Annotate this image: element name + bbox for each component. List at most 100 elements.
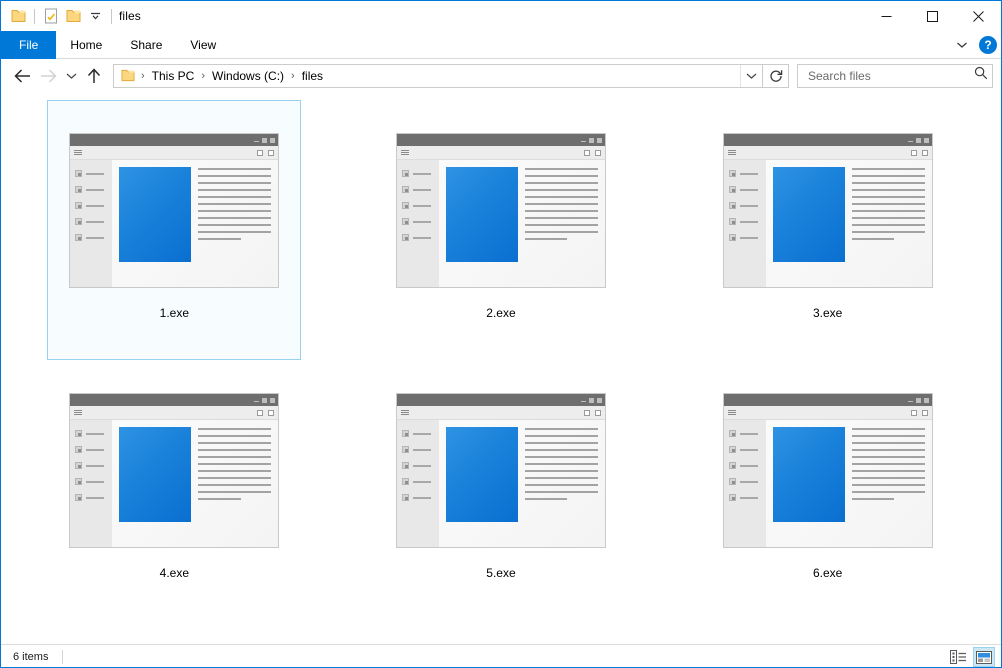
chevron-down-icon[interactable] [951,34,973,56]
thumbnail-maximize-icon [915,137,921,143]
thumbnail-main-area [112,420,279,547]
thumbnail-main-area [765,420,932,547]
thumbnail-sidebar-item [728,446,766,453]
large-icons-view-button[interactable] [973,647,995,667]
file-item-1[interactable]: 1.exe [47,100,302,360]
file-thumbnail [722,133,933,288]
thumbnail-titlebar [70,394,279,406]
thumbnail-accent-panel [772,167,845,262]
hamburger-icon [74,410,83,415]
thumbnail-accent-panel [445,427,518,522]
breadcrumb-item-files[interactable]: files [298,67,327,85]
search-box[interactable] [797,63,993,88]
new-folder-icon[interactable] [62,5,84,27]
address-box[interactable]: › This PC › Windows (C:) › files [113,63,763,88]
search-icon[interactable] [974,66,988,85]
thumbnail-sidebar [70,160,113,287]
thumbnail-main-area [438,420,605,547]
thumbnail-toolbar [396,146,605,160]
title-bar: files [1,1,1001,31]
breadcrumb-item-this-pc[interactable]: This PC [148,67,199,85]
thumbnail-body [396,420,605,547]
thumbnail-sidebar-item [401,170,439,177]
thumbnail-minimize-icon [580,140,586,142]
thumbnail-main-area [112,160,279,287]
back-arrow-icon[interactable] [9,63,35,89]
thumbnail-close-icon [923,397,929,403]
thumbnail-sidebar-item [401,446,439,453]
folder-icon[interactable] [7,5,29,27]
refresh-icon[interactable] [763,63,789,88]
tab-home[interactable]: Home [56,31,116,59]
thumbnail-sidebar-item [728,218,766,225]
thumbnail-minimize-icon [907,400,913,402]
thumbnail-sidebar [723,420,766,547]
file-grid: 1.exe 2.exe 3.exe 4.exe 5.exe 6.exe [1,92,1001,620]
address-dropdown-icon[interactable] [740,64,762,87]
breadcrumb-separator[interactable]: › [138,70,148,82]
thumbnail-text-lines [524,167,598,280]
file-explorer-window: files File Home Share View ? › This PC ›… [0,0,1002,668]
breadcrumb-separator[interactable]: › [288,70,298,82]
thumbnail-sidebar-item [75,186,112,193]
hamburger-icon [74,150,83,155]
thumbnail-maximize-icon [262,397,268,403]
thumbnail-toolbar [723,146,932,160]
thumbnail-body [396,160,605,287]
minimize-button[interactable] [863,1,909,31]
thumbnail-sidebar-item [728,478,766,485]
thumbnail-close-icon [270,137,276,143]
help-icon[interactable]: ? [979,36,997,54]
tab-share[interactable]: Share [116,31,176,59]
qat-separator-2 [111,8,112,24]
file-thumbnail [722,393,933,548]
thumbnail-accent-panel [445,167,518,262]
thumbnail-sidebar [396,420,439,547]
quick-access-toolbar: files [1,1,141,31]
file-item-4[interactable]: 4.exe [47,360,301,620]
hamburger-icon [400,150,409,155]
thumbnail-body [70,160,279,287]
thumbnail-sidebar-item [75,218,112,225]
thumbnail-minimize-icon [254,400,260,402]
thumbnail-close-icon [270,397,276,403]
thumbnail-main-area [438,160,605,287]
file-item-5[interactable]: 5.exe [374,360,628,620]
thumbnail-sidebar-item [728,234,766,241]
breadcrumb-item-windows-c[interactable]: Windows (C:) [208,67,288,85]
file-name-label: 1.exe [159,306,189,320]
breadcrumb-folder-icon[interactable] [118,69,138,82]
maximize-button[interactable] [909,1,955,31]
chevron-down-icon[interactable] [84,5,106,27]
hamburger-icon [727,410,736,415]
details-view-button[interactable] [947,647,969,667]
thumbnail-titlebar [396,134,605,146]
breadcrumb-separator[interactable]: › [198,70,208,82]
file-item-2[interactable]: 2.exe [374,100,628,360]
forward-arrow-icon [35,63,61,89]
status-bar: 6 items [1,644,1001,667]
search-input[interactable] [806,67,974,84]
thumbnail-toolbar-icons [910,149,928,156]
thumbnail-accent-panel [119,167,192,262]
tab-view[interactable]: View [176,31,230,59]
item-count-label: 6 items [13,650,49,663]
thumbnail-toolbar [723,406,932,420]
up-arrow-icon[interactable] [81,63,107,89]
thumbnail-text-lines [851,427,925,540]
thumbnail-sidebar-item [401,234,439,241]
thumbnail-titlebar [396,394,605,406]
file-list-view[interactable]: 1.exe 2.exe 3.exe 4.exe 5.exe 6.exe [1,92,1001,644]
thumbnail-maximize-icon [262,137,268,143]
thumbnail-text-lines [524,427,598,540]
file-item-3[interactable]: 3.exe [701,100,955,360]
tab-file[interactable]: File [1,31,57,59]
properties-icon[interactable] [40,5,62,27]
file-item-6[interactable]: 6.exe [701,360,955,620]
thumbnail-sidebar-item [75,478,112,485]
thumbnail-sidebar-item [728,170,766,177]
file-name-label: 4.exe [159,566,189,580]
thumbnail-text-lines [198,167,272,280]
recent-locations-icon[interactable] [61,63,81,89]
close-button[interactable] [955,1,1001,31]
